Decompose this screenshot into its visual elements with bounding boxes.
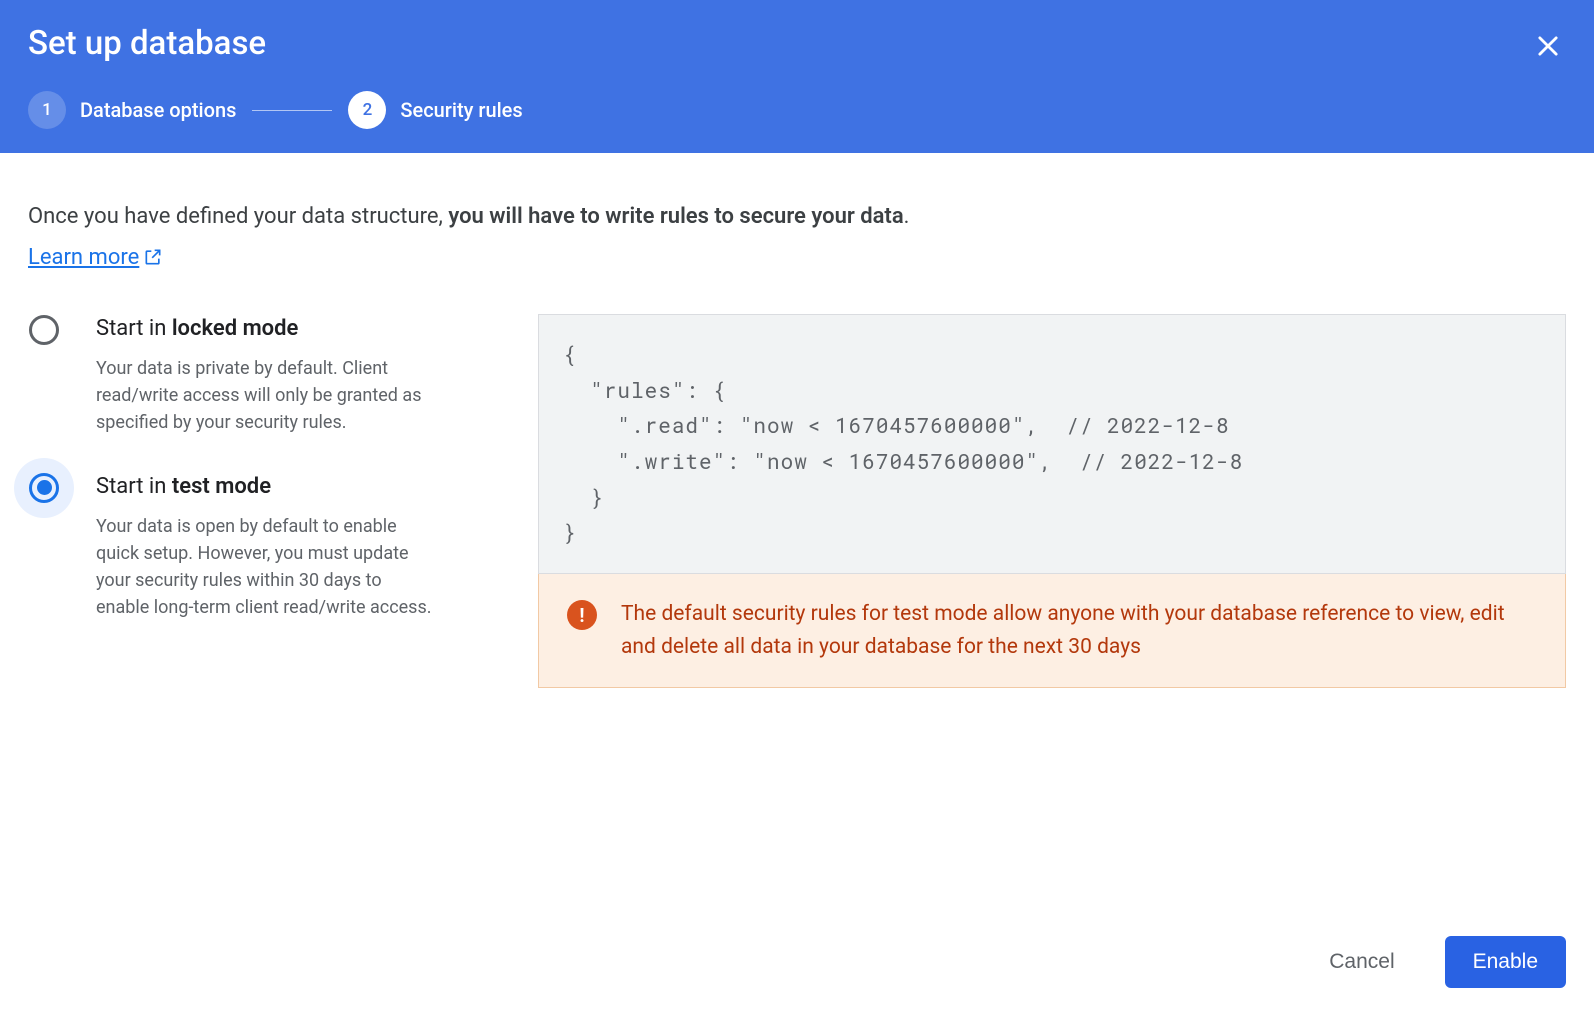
learn-more-label: Learn more: [28, 245, 139, 270]
warning-banner: ! The default security rules for test mo…: [538, 574, 1566, 688]
step-number: 1: [28, 91, 66, 129]
dialog-header: Set up database 1 Database options 2 Sec…: [0, 0, 1594, 153]
stepper: 1 Database options 2 Security rules: [28, 91, 1566, 129]
option-description: Your data is private by default. Client …: [96, 355, 436, 436]
rules-preview-column: { "rules": { ".read": "now < 16704576000…: [538, 314, 1566, 688]
learn-more-link[interactable]: Learn more: [28, 245, 163, 270]
intro-bold: you will have to write rules to secure y…: [448, 204, 903, 229]
radio-checked-icon: [29, 473, 59, 503]
step-database-options[interactable]: 1 Database options: [28, 91, 236, 129]
mode-options: Start in locked mode Your data is privat…: [28, 314, 498, 688]
close-icon: [1534, 32, 1562, 60]
radio-wrapper: [14, 300, 74, 360]
intro-prefix: Once you have defined your data structur…: [28, 204, 448, 229]
warning-text: The default security rules for test mode…: [621, 598, 1537, 663]
enable-button[interactable]: Enable: [1445, 936, 1566, 988]
step-label: Security rules: [400, 98, 522, 122]
option-test-mode[interactable]: Start in test mode Your data is open by …: [28, 472, 498, 621]
step-label: Database options: [80, 98, 236, 122]
cancel-button[interactable]: Cancel: [1301, 936, 1422, 988]
close-button[interactable]: [1530, 28, 1566, 64]
option-title: Start in test mode: [96, 472, 436, 499]
intro-text: Once you have defined your data structur…: [28, 201, 1566, 233]
external-link-icon: [143, 247, 163, 267]
dialog-footer: Cancel Enable: [1301, 936, 1566, 988]
option-locked-mode[interactable]: Start in locked mode Your data is privat…: [28, 314, 498, 436]
radio-unchecked-icon: [29, 315, 59, 345]
step-connector: [252, 110, 332, 111]
step-number: 2: [348, 91, 386, 129]
option-title: Start in locked mode: [96, 314, 436, 341]
step-security-rules[interactable]: 2 Security rules: [348, 91, 522, 129]
intro-suffix: .: [904, 204, 910, 229]
rules-code-preview: { "rules": { ".read": "now < 16704576000…: [538, 314, 1566, 574]
warning-icon: !: [567, 600, 597, 630]
radio-wrapper: [14, 458, 74, 518]
option-description: Your data is open by default to enable q…: [96, 513, 436, 621]
dialog-title: Set up database: [28, 24, 1566, 63]
dialog-content: Once you have defined your data structur…: [0, 153, 1594, 688]
